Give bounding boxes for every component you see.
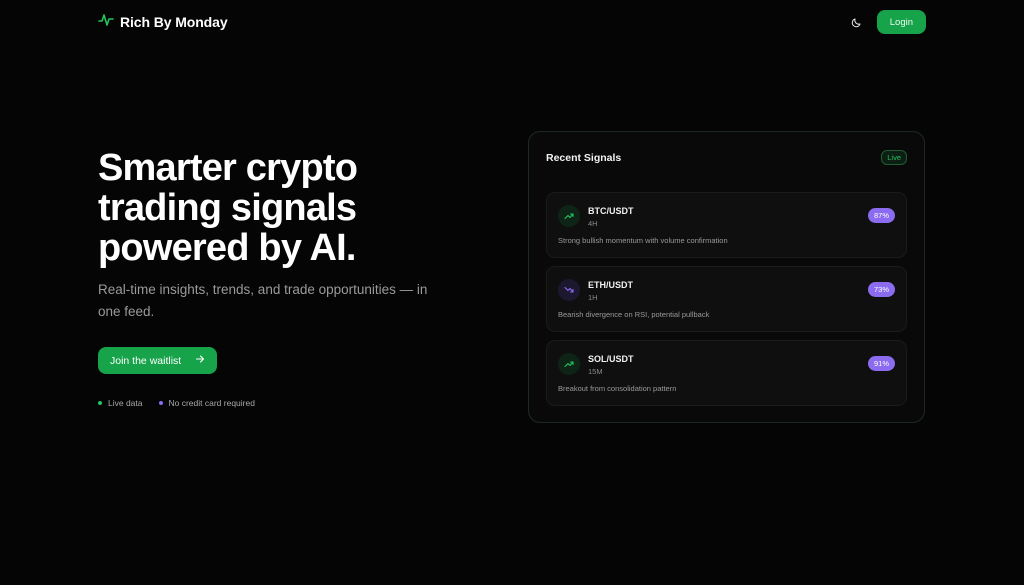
trend-up-icon bbox=[558, 205, 580, 227]
hero-badges: Live data No credit card required bbox=[98, 398, 498, 408]
brand-logo-link[interactable]: Rich By Monday bbox=[98, 12, 228, 33]
trend-down-icon bbox=[558, 279, 580, 301]
trend-up-icon bbox=[558, 353, 580, 375]
confidence-badge: 73% bbox=[867, 282, 895, 297]
badge-no-credit-card: No credit card required bbox=[158, 398, 255, 408]
card-title: Recent Signals bbox=[546, 151, 622, 164]
badge-label: No credit card required bbox=[168, 398, 255, 408]
login-button[interactable]: Login bbox=[876, 10, 926, 34]
cta-label: Join the waitlist bbox=[110, 354, 182, 367]
signals-list: BTC/USDT 4H Strong bullish momentum with… bbox=[546, 192, 907, 414]
signal-pair: BTC/USDT bbox=[588, 206, 634, 216]
signal-pair: SOL/USDT bbox=[588, 354, 634, 364]
signal-item[interactable]: ETH/USDT 1H Bearish divergence on RSI, p… bbox=[546, 266, 907, 332]
theme-toggle-button[interactable] bbox=[849, 14, 865, 30]
hero-title-line: Smarter crypto bbox=[98, 147, 358, 189]
badge-label: Live data bbox=[108, 398, 143, 408]
signal-description: Strong bullish momentum with volume conf… bbox=[558, 236, 728, 245]
badge-live-data: Live data bbox=[98, 398, 143, 408]
signal-description: Breakout from consolidation pattern bbox=[558, 384, 677, 393]
signal-description: Bearish divergence on RSI, potential pul… bbox=[558, 310, 710, 319]
green-dot-icon bbox=[98, 401, 102, 405]
join-waitlist-button[interactable]: Join the waitlist bbox=[98, 347, 218, 374]
hero-title: Smarter crypto trading signals powered b… bbox=[98, 148, 498, 268]
confidence-badge: 91% bbox=[867, 356, 895, 371]
signal-timeframe: 15M bbox=[588, 367, 603, 376]
purple-dot-icon bbox=[158, 401, 163, 405]
pulse-icon bbox=[98, 12, 114, 33]
hero-subtitle: Real-time insights, trends, and trade op… bbox=[98, 282, 428, 319]
recent-signals-card: Recent Signals Live BTC/USDT 4H Strong b… bbox=[528, 131, 925, 423]
signal-item[interactable]: SOL/USDT 15M Breakout from consolidation… bbox=[546, 340, 907, 406]
signal-timeframe: 1H bbox=[588, 293, 598, 302]
arrow-right-icon bbox=[195, 354, 205, 367]
hero-title-line: trading signals bbox=[98, 187, 357, 229]
confidence-badge: 87% bbox=[867, 208, 895, 223]
hero-section: Smarter crypto trading signals powered b… bbox=[98, 148, 498, 408]
brand-name: Rich By Monday bbox=[120, 14, 228, 30]
hero-title-line: powered by AI. bbox=[98, 227, 356, 269]
signal-timeframe: 4H bbox=[588, 219, 598, 228]
moon-icon bbox=[852, 18, 861, 27]
signal-pair: ETH/USDT bbox=[588, 280, 633, 290]
signal-item[interactable]: BTC/USDT 4H Strong bullish momentum with… bbox=[546, 192, 907, 258]
top-nav: Rich By Monday Login bbox=[98, 10, 926, 34]
live-status-badge: Live bbox=[881, 150, 907, 165]
